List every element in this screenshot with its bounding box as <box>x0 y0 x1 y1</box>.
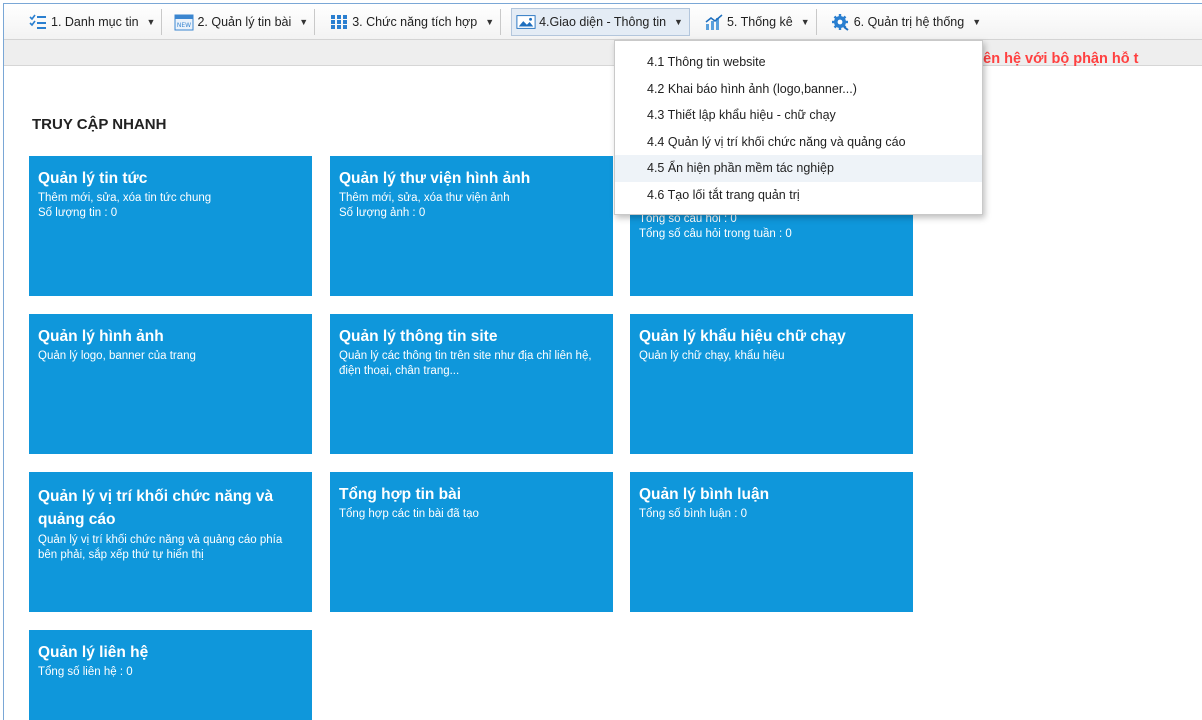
tile-desc: Quản lý vị trí khối chức năng và quảng c… <box>38 534 283 561</box>
tile-title: Quản lý thông tin site <box>339 328 498 345</box>
dropdown-item-an-hien-phan-mem[interactable]: 4.5 Ẩn hiện phần mềm tác nghiệp <box>615 155 982 182</box>
tile-title: Tổng hợp tin bài <box>339 486 462 503</box>
menu-giao-dien-thong-tin[interactable]: 4.Giao diện - Thông tin ▼ <box>511 7 690 36</box>
tile-tong-hop-tin-bai[interactable]: Tổng hợp tin bài Tổng hợp các tin bài đã… <box>330 472 613 612</box>
tile-quan-ly-khau-hieu[interactable]: Quản lý khẩu hiệu chữ chạy Quản lý chữ c… <box>630 314 913 454</box>
dropdown-item-khau-hieu-chu-chay[interactable]: 4.3 Thiết lập khẩu hiệu - chữ chạy <box>615 102 982 129</box>
tile-title: Quản lý khẩu hiệu chữ chạy <box>639 328 846 345</box>
tile-title: Quản lý liên hệ <box>38 644 149 661</box>
menu-label: 1. Danh mục tin <box>51 14 139 29</box>
menu-label: 2. Quản lý tin bài <box>197 14 292 29</box>
dropdown-item-tao-loi-tat[interactable]: 4.6 Tạo lối tắt trang quản trị <box>615 182 982 209</box>
tile-quan-ly-vi-tri-khoi[interactable]: Quản lý vị trí khối chức năng và quảng c… <box>29 472 312 612</box>
menu-label: 6. Quản trị hệ thống <box>853 14 965 29</box>
menu-quan-ly-tin-bai[interactable]: NEW 2. Quản lý tin bài ▼ <box>162 8 316 35</box>
menu-label: 3. Chức năng tích hợp <box>352 14 478 29</box>
tile-desc: Thêm mới, sửa, xóa tin tức chung <box>38 192 212 204</box>
tile-quan-ly-binh-luan[interactable]: Quản lý bình luận Tổng số bình luận : 0 <box>630 472 913 612</box>
menu-label: 5. Thống kê <box>726 14 793 29</box>
tile-count: Số lượng tin : 0 <box>38 207 118 219</box>
tile-desc: Quản lý logo, banner của trang <box>38 350 196 362</box>
menu-thong-ke[interactable]: 5. Thống kê ▼ <box>694 8 817 35</box>
tile-quan-ly-tin-tuc[interactable]: Quản lý tin tức Thêm mới, sửa, xóa tin t… <box>29 156 312 296</box>
tile-title: Quản lý bình luận <box>639 486 770 503</box>
tile-desc: Thêm mới, sửa, xóa thư viện ảnh <box>339 192 510 204</box>
caret-down-icon: ▼ <box>146 16 156 27</box>
tile-count: Tổng số bình luận : 0 <box>639 508 748 520</box>
caret-down-icon: ▼ <box>485 16 495 27</box>
dropdown-item-vi-tri-khoi-chuc-nang[interactable]: 4.4 Quản lý vị trí khối chức năng và quả… <box>615 129 982 156</box>
section-title: TRUY CẬP NHANH <box>32 116 167 133</box>
tile-desc: Tổng hợp các tin bài đã tạo <box>339 508 479 520</box>
tile-title: Quản lý vị trí khối chức năng và quảng c… <box>38 488 274 528</box>
caret-down-icon: ▼ <box>972 16 982 27</box>
chart-icon <box>704 13 724 31</box>
menu-danh-muc-tin[interactable]: 1. Danh mục tin ▼ <box>4 8 163 35</box>
svg-text:NEW: NEW <box>177 22 191 29</box>
list-icon <box>28 13 48 31</box>
menu-quan-tri-he-thong[interactable]: 6. Quản trị hệ thống ▼ <box>817 9 987 35</box>
tile-desc: Quản lý các thông tin trên site như địa … <box>339 350 592 377</box>
main-menu-bar: 1. Danh mục tin ▼ NEW 2. Quản lý tin bài… <box>4 4 1202 40</box>
tile-quan-ly-lien-he[interactable]: Quản lý liên hệ Tổng số liên hệ : 0 <box>29 630 312 720</box>
image-icon <box>516 13 536 31</box>
tile-count-week: Tổng số câu hỏi trong tuần : 0 <box>639 228 792 240</box>
tile-title: Quản lý hình ảnh <box>38 328 164 345</box>
tile-count: Tổng số liên hệ : 0 <box>38 666 133 678</box>
tile-desc: Quản lý chữ chạy, khẩu hiệu <box>639 350 785 362</box>
settings-icon <box>831 13 851 31</box>
menu-chuc-nang-tich-hop[interactable]: 3. Chức năng tích hợp ▼ <box>315 8 502 35</box>
tile-title: Quản lý tin tức <box>38 170 148 187</box>
tile-quan-ly-hinh-anh[interactable]: Quản lý hình ảnh Quản lý logo, banner củ… <box>29 314 312 454</box>
dropdown-item-thong-tin-website[interactable]: 4.1 Thông tin website <box>615 49 982 76</box>
grid-icon <box>329 13 349 31</box>
tile-quan-ly-thu-vien-hinh-anh[interactable]: Quản lý thư viện hình ảnh Thêm mới, sửa,… <box>330 156 613 296</box>
caret-down-icon: ▼ <box>674 16 683 27</box>
tile-count: Số lượng ảnh : 0 <box>339 207 426 219</box>
tile-quan-ly-thong-tin-site[interactable]: Quản lý thông tin site Quản lý các thông… <box>330 314 613 454</box>
caret-down-icon: ▼ <box>299 16 309 27</box>
notice-marquee: ể liên hệ với bộ phận hỗ t <box>963 51 1139 67</box>
dropdown-item-khai-bao-hinh-anh[interactable]: 4.2 Khai báo hình ảnh (logo,banner...) <box>615 76 982 103</box>
menu-label: 4.Giao diện - Thông tin <box>539 14 667 29</box>
tile-title: Quản lý thư viện hình ảnh <box>339 170 531 187</box>
dropdown-giao-dien-thong-tin: 4.1 Thông tin website 4.2 Khai báo hình … <box>614 40 983 215</box>
news-icon: NEW <box>174 13 194 31</box>
caret-down-icon: ▼ <box>800 16 810 27</box>
